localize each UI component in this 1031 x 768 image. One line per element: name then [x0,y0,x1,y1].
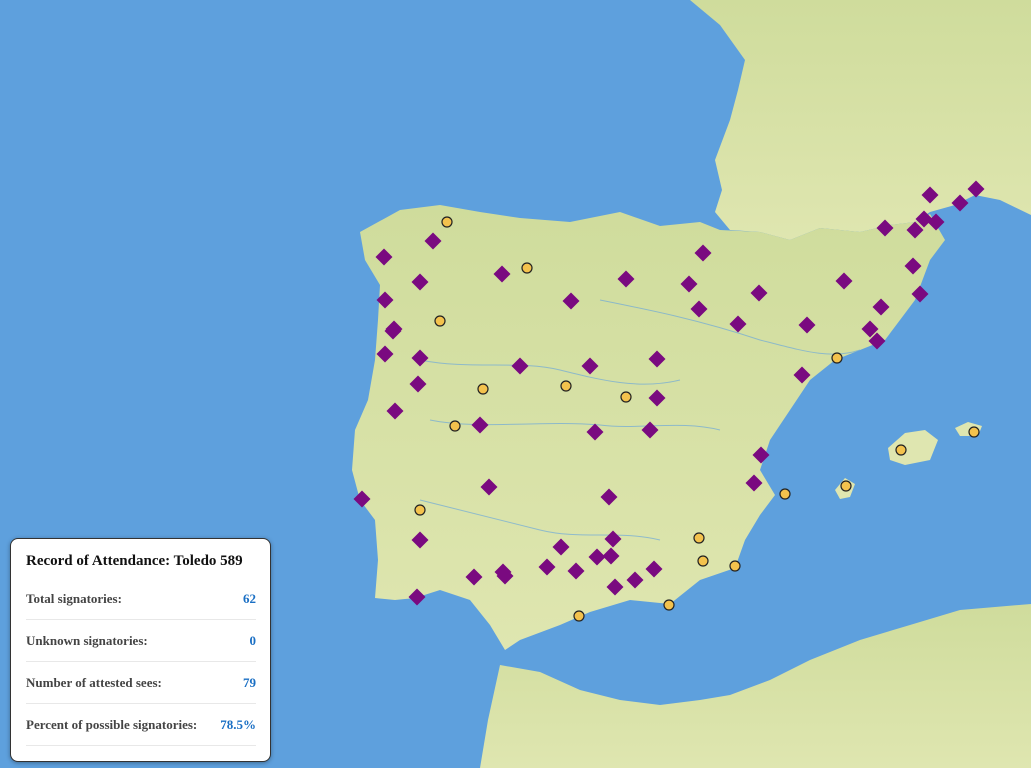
yellow-circle-icon[interactable] [441,216,453,228]
panel-title: Record of Attendance: Toledo 589 [26,553,243,569]
yellow-circle-icon[interactable] [414,504,426,516]
yellow-circle-icon[interactable] [697,555,709,567]
stat-row-attested-sees: Number of attested sees: 79 [26,662,256,704]
yellow-circle-icon[interactable] [840,480,852,492]
stat-row-total-signatories: Total signatories: 62 [26,578,256,620]
yellow-circle-icon[interactable] [434,315,446,327]
stat-row-unknown-signatories: Unknown signatories: 0 [26,620,256,662]
yellow-circle-icon[interactable] [477,383,489,395]
yellow-circle-icon[interactable] [663,599,675,611]
yellow-circle-icon[interactable] [620,391,632,403]
yellow-circle-icon[interactable] [693,532,705,544]
yellow-circle-icon[interactable] [968,426,980,438]
stat-label: Total signatories: [26,590,122,606]
yellow-circle-icon[interactable] [831,352,843,364]
yellow-circle-icon[interactable] [729,560,741,572]
stat-row-percent-signatories: Percent of possible signatories: 78.5% [26,704,256,746]
stat-label: Unknown signatories: [26,632,148,648]
stat-label: Number of attested sees: [26,674,162,690]
yellow-circle-icon[interactable] [560,380,572,392]
yellow-circle-icon[interactable] [573,610,585,622]
yellow-circle-icon[interactable] [449,420,461,432]
stat-label: Percent of possible signatories: [26,716,198,732]
yellow-circle-icon[interactable] [895,444,907,456]
attendance-panel: Record of Attendance: Toledo 589 Total s… [10,538,271,762]
yellow-circle-icon[interactable] [779,488,791,500]
stat-value: 78.5% [220,716,256,732]
stat-value: 0 [249,632,257,648]
stat-value: 62 [243,590,256,606]
yellow-circle-icon[interactable] [521,262,533,274]
stat-value: 79 [243,674,256,690]
